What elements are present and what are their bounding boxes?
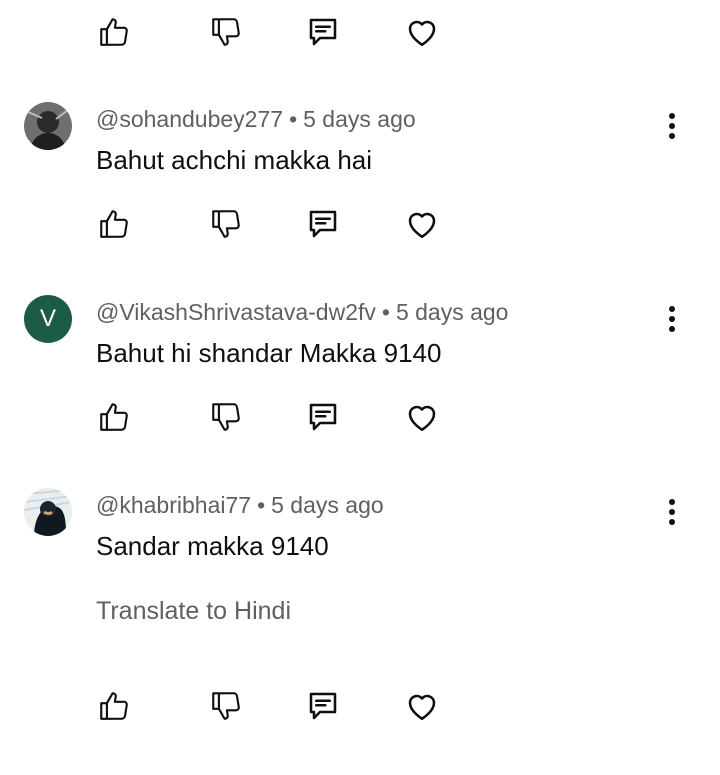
heart-button[interactable] (402, 686, 442, 726)
heart-icon (408, 405, 436, 432)
thumbs-down-icon (212, 210, 240, 238)
meta-separator: • (289, 106, 298, 132)
dislike-button[interactable] (206, 397, 246, 437)
thumbs-down-icon (212, 18, 240, 46)
translate-link[interactable]: Translate to Hindi (96, 597, 291, 626)
comment-meta: @khabribhai77 • 5 days ago (96, 492, 384, 519)
heart-icon (408, 212, 436, 239)
thumbs-down-icon (212, 692, 240, 720)
heart-icon (408, 20, 436, 47)
comment-text: Sandar makka 9140 (96, 531, 329, 561)
reply-button[interactable] (303, 12, 343, 52)
meta-separator: • (257, 492, 266, 518)
comment-text: Bahut hi shandar Makka 9140 (96, 338, 442, 368)
like-button[interactable] (94, 204, 134, 244)
thumbs-up-icon (100, 692, 128, 720)
more-vertical-icon[interactable] (656, 299, 688, 339)
thumbs-up-icon (100, 18, 128, 46)
like-button[interactable] (94, 12, 134, 52)
heart-button[interactable] (402, 204, 442, 244)
thumbs-up-icon (100, 403, 128, 431)
dislike-button[interactable] (206, 204, 246, 244)
dislike-button[interactable] (206, 686, 246, 726)
more-vertical-icon[interactable] (656, 106, 688, 146)
reply-button[interactable] (303, 397, 343, 437)
comment-time: 5 days ago (303, 106, 416, 132)
comment-time: 5 days ago (271, 492, 384, 518)
avatar[interactable]: V (24, 295, 72, 343)
like-button[interactable] (94, 686, 134, 726)
reply-button[interactable] (303, 686, 343, 726)
comment-meta: @VikashShrivastava-dw2fv • 5 days ago (96, 299, 508, 326)
avatar[interactable] (24, 102, 72, 150)
more-vertical-icon[interactable] (656, 492, 688, 532)
comment-author[interactable]: @VikashShrivastava-dw2fv (96, 299, 376, 325)
reply-icon (309, 18, 337, 46)
comment-author[interactable]: @khabribhai77 (96, 492, 251, 518)
reply-button[interactable] (303, 204, 343, 244)
reply-icon (309, 692, 337, 720)
comment-meta: @sohandubey277 • 5 days ago (96, 106, 416, 133)
comment-time: 5 days ago (395, 299, 509, 325)
thumbs-up-icon (100, 210, 128, 238)
thumbs-down-icon (212, 403, 240, 431)
heart-icon (408, 694, 436, 721)
comment-author[interactable]: @sohandubey277 (96, 106, 283, 132)
meta-separator: • (381, 299, 390, 325)
heart-button[interactable] (402, 12, 442, 52)
reply-icon (309, 403, 337, 431)
heart-button[interactable] (402, 397, 442, 437)
reply-icon (309, 210, 337, 238)
comment-text: Bahut achchi makka hai (96, 145, 373, 175)
dislike-button[interactable] (206, 12, 246, 52)
like-button[interactable] (94, 397, 134, 437)
avatar[interactable] (24, 488, 72, 536)
